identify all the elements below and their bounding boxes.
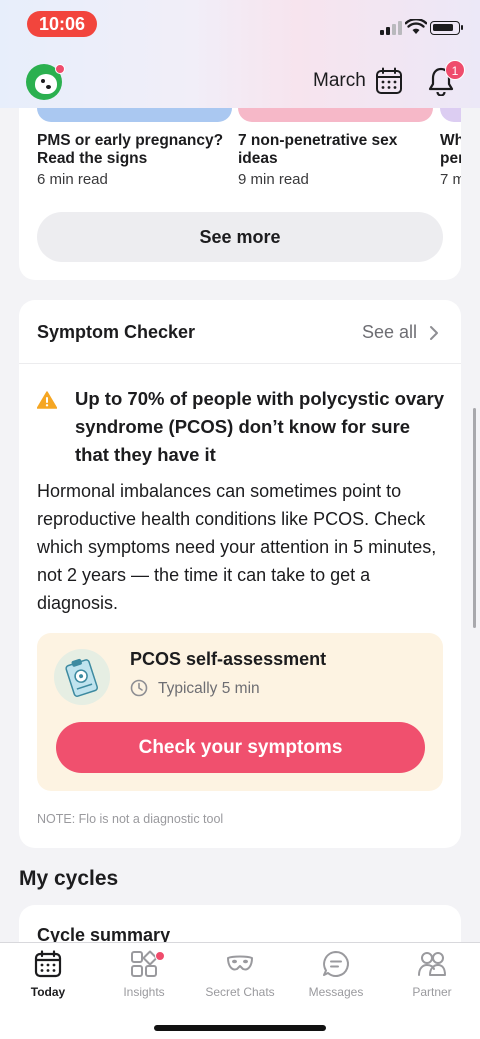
article-title: 7 non-penetrative sex ideas bbox=[238, 132, 398, 167]
message-bubble-icon bbox=[323, 951, 349, 977]
app-header: March bbox=[0, 56, 480, 108]
top-header-area: 10:06 March bbox=[0, 0, 480, 108]
tab-label: Insights bbox=[123, 985, 165, 999]
cellular-signal-icon bbox=[380, 21, 402, 35]
tab-label: Secret Chats bbox=[205, 985, 275, 999]
symptom-checker-title: Symptom Checker bbox=[37, 322, 196, 342]
article-read-time: 6 min read bbox=[37, 171, 108, 188]
article-title: Wh per bbox=[440, 132, 461, 167]
chevron-right-icon[interactable] bbox=[429, 325, 439, 341]
notification-badge: 1 bbox=[445, 60, 465, 80]
tab-partner[interactable]: Partner bbox=[384, 949, 480, 1005]
articles-card: PMS or early pregnancy? Read the signs 6… bbox=[19, 80, 461, 280]
status-bar: 10:06 bbox=[0, 0, 480, 48]
wifi-icon bbox=[405, 19, 427, 34]
symptom-checker-description: Hormonal imbalances can sometimes point … bbox=[37, 481, 437, 613]
my-cycles-heading: My cycles bbox=[19, 867, 119, 890]
tab-label: Messages bbox=[308, 985, 364, 999]
symptom-checker-header: Symptom Checker See all bbox=[19, 300, 461, 364]
tab-secret-chats[interactable]: Secret Chats bbox=[192, 949, 288, 1005]
clock-icon bbox=[130, 679, 148, 697]
tab-messages[interactable]: Messages bbox=[288, 949, 384, 1005]
pcos-assessment-box: PCOS self-assessment Typically 5 min Che… bbox=[37, 633, 443, 791]
battery-icon bbox=[430, 21, 463, 35]
month-label[interactable]: March bbox=[313, 70, 366, 92]
check-your-symptoms-button[interactable]: Check your symptoms bbox=[56, 722, 425, 773]
calendar-today-icon bbox=[34, 950, 62, 978]
see-more-button[interactable]: See more bbox=[37, 212, 443, 262]
see-all-link[interactable]: See all bbox=[362, 322, 417, 343]
tab-today[interactable]: Today bbox=[0, 949, 96, 1005]
tab-label: Today bbox=[30, 985, 66, 999]
warning-icon bbox=[37, 391, 57, 409]
symptom-checker-card: Symptom Checker See all Up to 70% of peo… bbox=[19, 300, 461, 848]
clipboard-illustration-icon bbox=[54, 649, 110, 705]
scrollbar[interactable] bbox=[473, 408, 476, 628]
home-indicator[interactable] bbox=[154, 1025, 326, 1031]
article-read-time: 9 min read bbox=[238, 171, 309, 188]
article-read-time: 7 m bbox=[440, 171, 461, 188]
insights-notification-dot bbox=[155, 951, 165, 961]
bottom-tab-bar: Today Insights Secret Chats Messages Par… bbox=[0, 942, 480, 1039]
article-title: PMS or early pregnancy? Read the signs bbox=[37, 132, 224, 167]
status-time: 10:06 bbox=[27, 11, 97, 37]
calendar-icon[interactable] bbox=[375, 67, 403, 95]
logo-notification-dot bbox=[55, 64, 65, 74]
mask-icon bbox=[227, 955, 253, 971]
tab-label: Partner bbox=[412, 985, 452, 999]
partner-people-icon bbox=[418, 952, 446, 976]
assessment-title: PCOS self-assessment bbox=[130, 649, 327, 669]
pcos-warning-text: Up to 70% of people with polycystic ovar… bbox=[75, 388, 445, 465]
disclaimer-note: NOTE: Flo is not a diagnostic tool bbox=[37, 812, 224, 826]
assessment-duration: Typically 5 min bbox=[158, 680, 260, 697]
tab-insights[interactable]: Insights bbox=[96, 949, 192, 1005]
